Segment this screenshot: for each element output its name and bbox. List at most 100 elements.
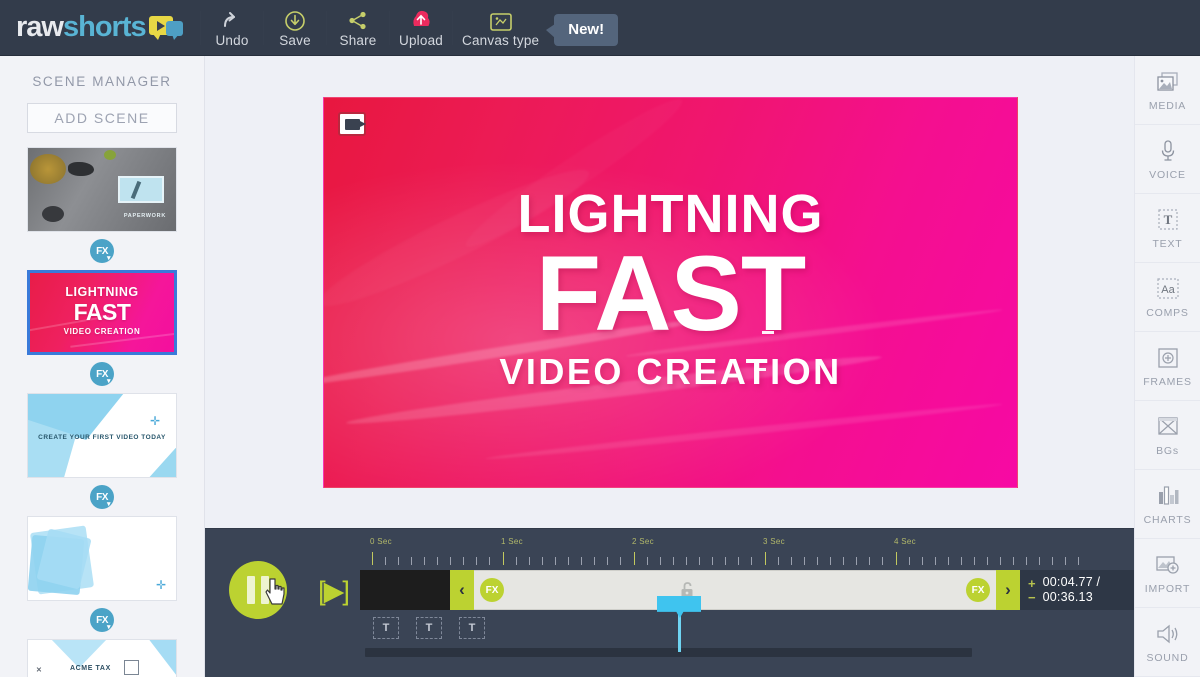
play-pause-button[interactable] [229, 561, 287, 619]
share-label: Share [339, 32, 377, 48]
canvas-mark [754, 368, 766, 371]
top-toolbar: rawshorts Undo Save Share Upload Canvas … [0, 0, 1200, 56]
share-button[interactable]: Share [327, 0, 389, 56]
logo-text-shorts: shorts [62, 11, 147, 43]
sidebar-item-media[interactable]: MEDIA [1135, 56, 1200, 125]
sidebar-label: COMPS [1146, 306, 1189, 319]
sidebar-label: BGs [1156, 444, 1179, 457]
timeline-ruler[interactable]: 0 Sec 1 Sec 2 Sec 3 Sec 4 Sec [360, 537, 1134, 565]
step-forward-button[interactable]: [▶] [309, 575, 357, 607]
scene-thumbnail-create-first-video[interactable]: ✛ CREATE YOUR FIRST VIDEO TODAY [27, 393, 177, 478]
scene-line3: VIDEO CREATION [63, 327, 141, 336]
sidebar-label: VOICE [1149, 168, 1186, 181]
video-canvas[interactable]: LIGHTNING FAST VIDEO CREATION [323, 97, 1018, 488]
undo-button[interactable]: Undo [201, 0, 263, 56]
microphone-icon [1153, 138, 1183, 164]
sidebar-item-frames[interactable]: FRAMES [1135, 332, 1200, 401]
scene-thumbnail-acme-tax[interactable]: ✕ ACME TAX [27, 639, 177, 677]
assets-sidebar: MEDIA VOICE T TEXT Aa COMPS FRAMES BGs C… [1134, 56, 1200, 677]
media-images-icon [1153, 69, 1183, 95]
video-camera-icon[interactable] [338, 112, 366, 136]
sidebar-label: SOUND [1146, 651, 1189, 664]
save-button[interactable]: Save [264, 0, 326, 56]
upload-button[interactable]: Upload [390, 0, 452, 56]
fx-button[interactable]: FX [90, 608, 114, 632]
text-element-badge[interactable]: T [459, 617, 485, 639]
scene-thumbnail-paperwork[interactable]: PAPERWORK [27, 147, 177, 232]
timeline-horizontal-scrollbar[interactable] [365, 648, 972, 657]
playhead-handle[interactable] [657, 596, 701, 618]
fx-divider: FX [0, 601, 204, 639]
import-image-plus-icon [1153, 552, 1183, 578]
pause-icon [261, 576, 269, 604]
new-badge[interactable]: New! [546, 13, 619, 46]
total-time: 00:36.13 [1042, 590, 1093, 604]
timeline-track[interactable]: ‹ FX FX › [360, 570, 1020, 652]
playhead-stem [678, 614, 681, 652]
text-t-icon: T [1153, 207, 1183, 233]
ruler-label: 0 Sec [370, 537, 392, 546]
save-download-icon [284, 8, 306, 32]
scene-caption: PAPERWORK [123, 213, 166, 219]
text-element-badge[interactable]: T [373, 617, 399, 639]
sidebar-item-import[interactable]: IMPORT [1135, 539, 1200, 608]
zoom-controls: + − [1028, 577, 1036, 604]
canvas-type-button[interactable]: Canvas type [453, 0, 548, 56]
timeline-panel: 0 Sec 1 Sec 2 Sec 3 Sec 4 Sec [▶] ‹ FX F… [205, 528, 1134, 677]
canvas-stage: LIGHTNING FAST VIDEO CREATION [205, 56, 1134, 528]
fx-divider: FX [0, 355, 204, 393]
scene-thumbnail-lightning-fast[interactable]: LIGHTNING FAST VIDEO CREATION [27, 270, 177, 355]
comps-aa-icon: Aa [1153, 276, 1183, 302]
scene-list: PAPERWORK FX LIGHTNING FAST VIDEO CREATI… [0, 133, 204, 677]
canvas-headline-line3[interactable]: VIDEO CREATION [324, 351, 1017, 393]
backgrounds-cross-box-icon [1153, 414, 1183, 440]
fx-divider: FX [0, 478, 204, 516]
sidebar-item-text[interactable]: T TEXT [1135, 194, 1200, 263]
save-label: Save [279, 32, 311, 48]
sidebar-item-sound[interactable]: SOUND [1135, 608, 1200, 677]
text-element-badge[interactable]: T [416, 617, 442, 639]
zoom-out-button[interactable]: − [1028, 591, 1036, 604]
ruler-label: 1 Sec [501, 537, 523, 546]
text-element-badges: T T T [373, 617, 485, 639]
canvas-headline-line2[interactable]: FAST [324, 238, 1017, 348]
clip-fx-in-button[interactable]: FX [480, 578, 504, 602]
sidebar-item-charts[interactable]: CHARTS [1135, 470, 1200, 539]
clip-handle-right[interactable]: › [996, 570, 1020, 610]
timeline-zoom-and-time: + − 00:04.77 / 00:36.13 [1020, 570, 1134, 610]
sidebar-label: MEDIA [1148, 99, 1187, 112]
undo-icon [220, 8, 244, 32]
scene-line1: LIGHTNING [65, 285, 139, 299]
sidebar-label: IMPORT [1144, 582, 1191, 595]
fx-button[interactable]: FX [90, 362, 114, 386]
undo-label: Undo [215, 32, 249, 48]
scene-line2: FAST [73, 299, 131, 325]
close-icon: ✕ [36, 667, 42, 674]
share-nodes-icon [347, 8, 369, 32]
app-logo[interactable]: rawshorts [0, 0, 200, 56]
svg-text:Aa: Aa [1161, 284, 1175, 296]
scene-caption: ACME TAX [70, 665, 111, 672]
fx-button[interactable]: FX [90, 485, 114, 509]
speech-bubble-icon [148, 15, 183, 40]
zoom-in-button[interactable]: + [1028, 577, 1036, 590]
add-scene-button[interactable]: ADD SCENE [27, 103, 177, 133]
track-empty-region [360, 570, 450, 610]
clip-handle-left[interactable]: ‹ [450, 570, 474, 610]
rawshorts-editor: rawshorts Undo Save Share Upload Canvas … [0, 0, 1200, 677]
clip-fx-out-button[interactable]: FX [966, 578, 990, 602]
plus-icon: ✛ [149, 414, 160, 428]
fx-button[interactable]: FX [90, 239, 114, 263]
ruler-label: 4 Sec [894, 537, 916, 546]
frames-target-icon [1153, 345, 1183, 371]
sidebar-item-comps[interactable]: Aa COMPS [1135, 263, 1200, 332]
upload-label: Upload [399, 32, 443, 48]
placeholder-box-icon [124, 660, 139, 675]
sidebar-item-voice[interactable]: VOICE [1135, 125, 1200, 194]
timeline-clip[interactable]: ‹ FX FX › [450, 570, 1020, 610]
svg-text:T: T [1163, 212, 1172, 227]
plus-icon: ✛ [155, 578, 166, 592]
scene-manager-title: SCENE MANAGER [32, 74, 172, 89]
scene-thumbnail-shapes[interactable]: ✛ [27, 516, 177, 601]
sidebar-item-bgs[interactable]: BGs [1135, 401, 1200, 470]
